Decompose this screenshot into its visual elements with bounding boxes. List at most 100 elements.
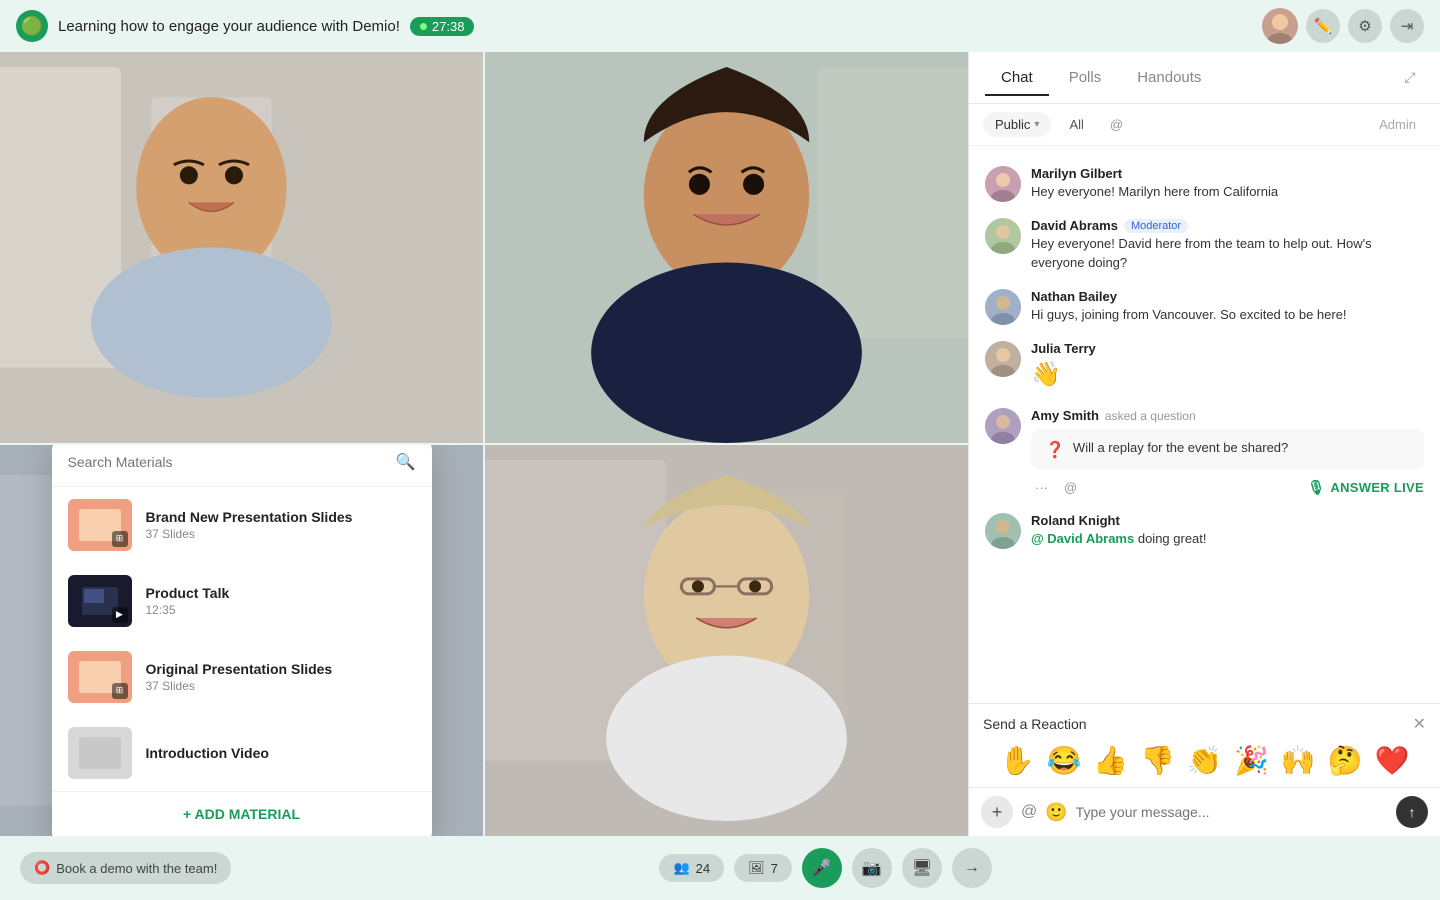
material-info-2: Product Talk 12:35 [146,585,416,617]
chat-at-button[interactable]: @ [1021,803,1037,821]
reaction-raise-both[interactable]: 🙌 [1281,744,1316,777]
answer-live-label: ANSWER LIVE [1330,480,1424,495]
filter-public-label: Public [995,117,1030,132]
material-thumb-1: ⊞ [68,499,132,551]
mic-icon: 🎙 [1307,479,1325,496]
book-demo-icon: ⭕ [34,860,50,876]
right-panel: Chat Polls Handouts ⤢ Public ▾ All @ Adm… [968,52,1440,836]
media-button[interactable]: 🖼 7 [734,854,792,882]
answer-live-button[interactable]: 🎙 ANSWER LIVE [1307,479,1424,496]
bottom-bar-center: 👥 24 🖼 7 🎤 📷 🖥 → [659,848,991,888]
reaction-tada[interactable]: 🎉 [1234,744,1269,777]
media-count: 7 [771,861,778,876]
leave-icon: → [964,859,980,877]
msg-header-1: Marilyn Gilbert [1031,166,1424,181]
video-cell-2 [485,52,968,443]
chat-message-2: David Abrams Moderator Hey everyone! Dav… [969,210,1440,281]
bottom-bar: ⭕ Book a demo with the team! 👥 24 🖼 7 🎤 … [0,836,1440,900]
material-info-4: Introduction Video [146,745,416,761]
panel-expand-button[interactable]: ⤢ [1396,64,1424,92]
msg-text-1: Hey everyone! Marilyn here from Californ… [1031,183,1424,202]
tab-chat[interactable]: Chat [985,61,1049,96]
material-item-4[interactable]: Introduction Video [52,715,432,791]
leave-button[interactable]: → [952,848,992,888]
panel-tabs: Chat Polls Handouts ⤢ [969,52,1440,104]
reaction-thumbsdown[interactable]: 👎 [1140,744,1175,777]
chat-input-field[interactable] [1076,804,1388,820]
settings-button[interactable]: ⚙ [1348,9,1382,43]
camera-icon: 📷 [862,858,882,878]
reaction-heart[interactable]: ❤️ [1375,744,1410,777]
chat-send-button[interactable]: ↑ [1396,796,1428,828]
chat-plus-button[interactable]: + [981,796,1013,828]
material-name-2: Product Talk [146,585,416,601]
filter-at-label: @ [1102,112,1131,137]
chat-messages: Marilyn Gilbert Hey everyone! Marilyn he… [969,146,1440,703]
question-bubble: ❓ Will a replay for the event be shared? [1031,429,1424,470]
avatar-julia [985,341,1021,377]
material-item-3[interactable]: ⊞ Original Presentation Slides 37 Slides [52,639,432,715]
share-button[interactable]: ⇥ [1390,9,1424,43]
chat-filter-bar: Public ▾ All @ Admin [969,104,1440,146]
avatar-marilyn [985,166,1021,202]
edit-button[interactable]: ✏️ [1306,9,1340,43]
main-layout: 🔍 ⊞ Brand New Presentation Slides 37 Sli… [0,52,1440,836]
mention-david: @ David Abrams [1031,531,1134,546]
material-name-3: Original Presentation Slides [146,661,416,677]
material-sub-2: 12:35 [146,603,416,617]
material-thumb-2: ▶ [68,575,132,627]
avatar-amy [985,408,1021,444]
reaction-laugh[interactable]: 😂 [1046,744,1081,777]
attendees-icon: 👥 [673,860,689,876]
session-title: Learning how to engage your audience wit… [58,18,400,35]
video-area: 🔍 ⊞ Brand New Presentation Slides 37 Sli… [0,52,968,836]
material-info-3: Original Presentation Slides 37 Slides [146,661,416,693]
question-actions: ··· @ 🎙 ANSWER LIVE [1031,474,1424,497]
camera-button[interactable]: 📷 [852,848,892,888]
mic-icon: 🎤 [812,858,832,878]
reaction-title: Send a Reaction [983,716,1087,732]
msg-text-6: @ David Abrams doing great! [1031,530,1424,549]
material-item-2[interactable]: ▶ Product Talk 12:35 [52,563,432,639]
msg-body-6: Roland Knight @ David Abrams doing great… [1031,513,1424,549]
host-avatar [1262,8,1298,44]
book-demo-button[interactable]: ⭕ Book a demo with the team! [20,852,231,884]
timer-dot [420,23,427,30]
msg-name-5: Amy Smith [1031,408,1099,423]
media-icon: 🖼 [748,860,765,876]
q-action-left: ··· @ [1031,478,1081,497]
filter-public-button[interactable]: Public ▾ [983,112,1051,137]
msg-text-4: 👋 [1031,358,1424,393]
reaction-raise-hand[interactable]: ✋ [1000,744,1035,777]
reaction-thumbsup[interactable]: 👍 [1093,744,1128,777]
chevron-down-icon: ▾ [1034,119,1039,130]
reaction-thinking[interactable]: 🤔 [1328,744,1363,777]
question-text: Will a replay for the event be shared? [1073,439,1288,458]
mic-button[interactable]: 🎤 [802,848,842,888]
avatar-nathan [985,289,1021,325]
chat-emoji-button[interactable]: 🙂 [1045,802,1067,823]
material-sub-3: 37 Slides [146,679,416,693]
add-material-button[interactable]: + ADD MATERIAL [52,791,432,836]
materials-search-input[interactable] [68,454,388,470]
material-info-1: Brand New Presentation Slides 37 Slides [146,509,416,541]
reaction-close-button[interactable]: ✕ [1413,714,1426,734]
video-cell-3: 🔍 ⊞ Brand New Presentation Slides 37 Sli… [0,445,483,836]
search-icon: 🔍 [396,452,416,472]
screen-share-button[interactable]: 🖥 [902,848,942,888]
chat-message-3: Nathan Bailey Hi guys, joining from Vanc… [969,281,1440,333]
send-reaction-bar: Send a Reaction ✕ ✋ 😂 👍 👎 👏 🎉 🙌 🤔 ❤️ [969,703,1440,787]
q-more-button[interactable]: ··· [1031,478,1052,497]
q-at-button[interactable]: @ [1060,478,1081,497]
chat-message-4: Julia Terry 👋 [969,333,1440,401]
video-cell-4 [485,445,968,836]
attendees-button[interactable]: 👥 24 [659,854,724,882]
top-bar-right: ✏️ ⚙ ⇥ [1262,8,1424,44]
bottom-bar-left: ⭕ Book a demo with the team! [20,852,231,884]
msg-body-3: Nathan Bailey Hi guys, joining from Vanc… [1031,289,1424,325]
question-bubble-inner: ❓ Will a replay for the event be shared? [1045,439,1410,460]
reaction-clap[interactable]: 👏 [1187,744,1222,777]
tab-polls[interactable]: Polls [1053,61,1118,96]
material-item-1[interactable]: ⊞ Brand New Presentation Slides 37 Slide… [52,487,432,563]
tab-handouts[interactable]: Handouts [1121,61,1217,96]
